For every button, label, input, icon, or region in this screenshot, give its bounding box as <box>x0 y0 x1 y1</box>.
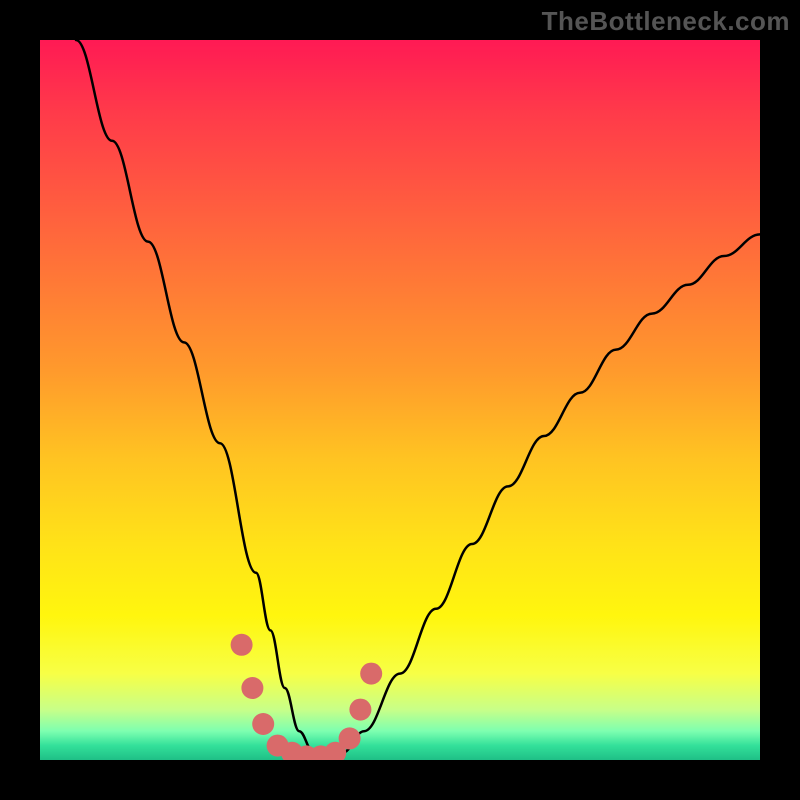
highlight-dot <box>349 699 371 721</box>
watermark-text: TheBottleneck.com <box>542 6 790 37</box>
highlight-dot <box>231 634 253 656</box>
plot-area <box>40 40 760 760</box>
highlight-dot <box>241 677 263 699</box>
bottleneck-curve <box>76 40 760 760</box>
highlight-dot <box>252 713 274 735</box>
curve-svg <box>40 40 760 760</box>
highlight-dot <box>339 727 361 749</box>
chart-frame: TheBottleneck.com <box>0 0 800 800</box>
highlight-dot <box>360 663 382 685</box>
